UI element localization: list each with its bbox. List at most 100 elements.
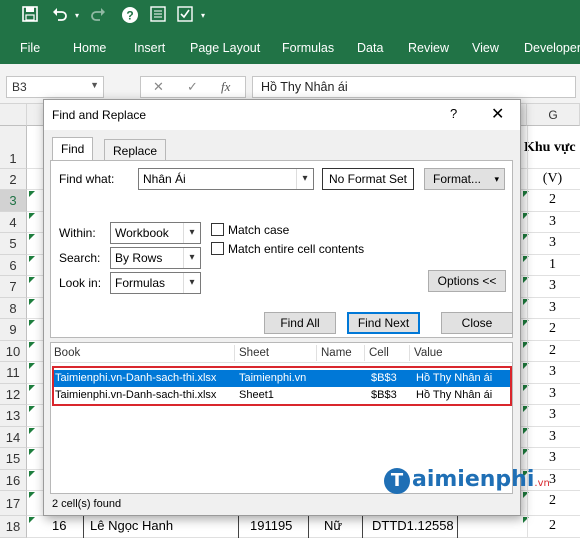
error-indicator-icon <box>523 234 529 240</box>
find-all-button[interactable]: Find All <box>264 312 336 334</box>
cell-g[interactable]: 2 <box>530 343 575 359</box>
tab-formulas[interactable]: Formulas <box>282 41 334 55</box>
help-icon[interactable]: ? <box>120 6 140 26</box>
select-all-corner[interactable] <box>0 104 27 126</box>
tab-replace[interactable]: Replace <box>104 139 167 161</box>
tab-insert[interactable]: Insert <box>134 41 165 55</box>
row-header[interactable]: 6 <box>0 255 27 276</box>
enter-icon[interactable]: ✓ <box>187 79 198 95</box>
cell-g[interactable]: 3 <box>530 300 575 316</box>
col-name[interactable]: Name <box>321 347 352 359</box>
row-header[interactable]: 18 <box>0 516 27 538</box>
chevron-down-icon[interactable]: ▾ <box>296 169 313 189</box>
error-indicator-icon <box>29 277 35 283</box>
tab-view[interactable]: View <box>472 41 499 55</box>
undo-dropdown-icon[interactable]: ▾ <box>72 6 82 26</box>
chevron-down-icon[interactable]: ▾ <box>183 223 200 243</box>
error-indicator-icon <box>523 363 529 369</box>
cell-border <box>362 516 363 538</box>
options-button[interactable]: Options << <box>428 270 506 292</box>
customize-icon[interactable]: ▾ <box>198 6 208 26</box>
cell-g[interactable]: 2 <box>530 321 575 337</box>
row-header[interactable]: 12 <box>0 384 27 405</box>
row-header[interactable]: 1 <box>0 126 27 169</box>
row-header[interactable]: 5 <box>0 233 27 255</box>
col-sheet[interactable]: Sheet <box>239 347 269 359</box>
row-header[interactable]: 17 <box>0 491 27 516</box>
tab-page-layout[interactable]: Page Layout <box>190 41 260 55</box>
format-button[interactable]: Format... ▾ <box>424 168 505 190</box>
tab-file[interactable]: File <box>20 41 40 55</box>
tab-data[interactable]: Data <box>357 41 383 55</box>
dialog-title-bar[interactable]: Find and Replace ? ✕ <box>44 100 520 130</box>
within-select[interactable]: Workbook ▾ <box>110 222 201 244</box>
tab-developer[interactable]: Developer <box>524 41 580 55</box>
help-button[interactable]: ? <box>450 106 457 121</box>
cell-g[interactable]: 2 <box>530 192 575 208</box>
cell-g[interactable]: 3 <box>530 278 575 294</box>
spelling-icon[interactable] <box>175 6 195 26</box>
cell-g[interactable]: 3 <box>530 450 575 466</box>
close-button[interactable]: Close <box>441 312 513 334</box>
cancel-icon[interactable]: ✕ <box>153 79 164 95</box>
cell-g[interactable]: 3 <box>530 214 575 230</box>
column-header-g[interactable]: G <box>527 104 580 126</box>
row-header[interactable]: 9 <box>0 319 27 341</box>
row-header[interactable]: 7 <box>0 276 27 298</box>
cell-e18[interactable]: DTTD1.12558 <box>372 518 454 533</box>
cell-g[interactable]: 2 <box>530 518 575 534</box>
match-case-checkbox[interactable] <box>211 223 224 236</box>
row-header[interactable]: 15 <box>0 448 27 470</box>
save-icon[interactable] <box>20 6 40 26</box>
find-next-button[interactable]: Find Next <box>347 312 420 334</box>
redo-icon[interactable] <box>88 6 108 26</box>
row-header[interactable]: 13 <box>0 405 27 427</box>
row-header[interactable]: 8 <box>0 298 27 319</box>
row-header[interactable]: 4 <box>0 212 27 233</box>
chevron-down-icon[interactable]: ▾ <box>183 273 200 293</box>
row-header[interactable]: 3 <box>0 190 27 212</box>
cell-c18[interactable]: 191195 <box>250 518 292 533</box>
cell-border <box>83 516 84 538</box>
tab-find[interactable]: Find <box>52 137 94 161</box>
col-cell[interactable]: Cell <box>369 347 389 359</box>
error-indicator-icon <box>29 213 35 219</box>
cell-g[interactable]: 3 <box>530 364 575 380</box>
watermark-logo: Taimienphi.vn <box>384 467 550 494</box>
row-header[interactable]: 10 <box>0 341 27 362</box>
row-header[interactable]: 16 <box>0 470 27 491</box>
cell-g[interactable]: 3 <box>530 429 575 445</box>
cell-b18[interactable]: Lê Ngọc Hanh <box>90 518 173 533</box>
form-icon[interactable] <box>148 6 168 26</box>
col-value[interactable]: Value <box>414 347 443 359</box>
cell-d18[interactable]: Nữ <box>324 518 342 533</box>
row-header[interactable]: 11 <box>0 362 27 384</box>
match-entire-checkbox[interactable] <box>211 242 224 255</box>
cell-g[interactable]: 3 <box>530 386 575 402</box>
error-indicator-icon <box>29 385 35 391</box>
row-header[interactable]: 14 <box>0 427 27 448</box>
cell-a18[interactable]: 16 <box>52 518 66 533</box>
chevron-down-icon[interactable]: ▾ <box>183 248 200 268</box>
find-what-input[interactable]: Nhân Ái ▾ <box>138 168 314 190</box>
watermark-suffix: .vn <box>534 478 550 489</box>
tab-home[interactable]: Home <box>73 41 106 55</box>
lookin-select[interactable]: Formulas ▾ <box>110 272 201 294</box>
insert-function-icon[interactable]: fx <box>221 79 230 95</box>
cell-g[interactable]: 3 <box>530 235 575 251</box>
match-entire-label: Match entire cell contents <box>228 242 365 256</box>
search-select[interactable]: By Rows ▾ <box>110 247 201 269</box>
col-book[interactable]: Book <box>54 347 80 359</box>
cell-g[interactable]: (V) <box>530 171 575 187</box>
formula-input[interactable]: Hồ Thy Nhân ái <box>252 76 576 98</box>
row-header[interactable]: 2 <box>0 169 27 190</box>
undo-icon[interactable] <box>50 6 70 26</box>
close-icon[interactable]: ✕ <box>491 104 504 124</box>
chevron-down-icon[interactable]: ▼ <box>90 80 99 90</box>
cell-g[interactable]: Khu vực <box>524 140 580 156</box>
name-box[interactable]: B3 ▼ <box>6 76 104 98</box>
tab-review[interactable]: Review <box>408 41 449 55</box>
cell-g[interactable]: 3 <box>530 407 575 423</box>
cell-g[interactable]: 2 <box>530 493 575 509</box>
cell-g[interactable]: 1 <box>530 257 575 273</box>
